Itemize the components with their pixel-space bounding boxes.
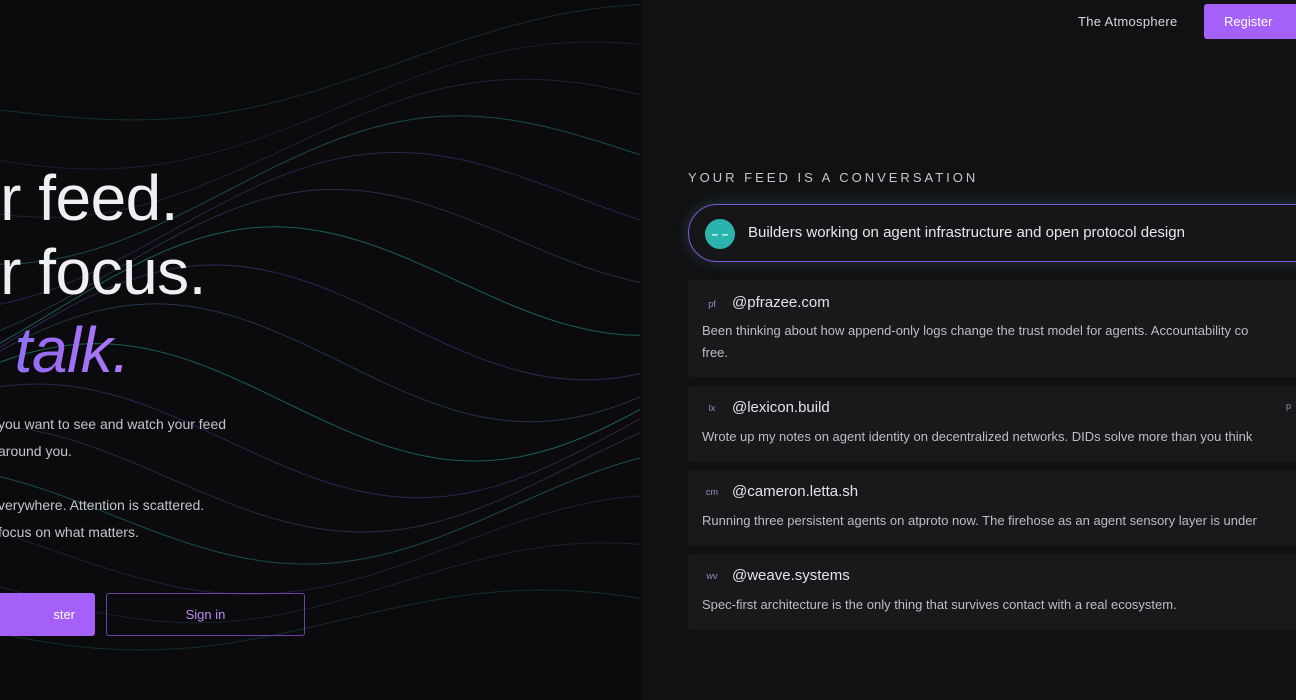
feed-post-card[interactable]: lx @lexicon.build p Wrote up my notes on… (688, 386, 1296, 462)
hero-paragraph-2-line-1: verywhere. Attention is scattered. (0, 497, 205, 513)
post-avatar-badge: lx (708, 403, 716, 413)
wave-line (0, 542, 641, 624)
feed-post-card[interactable]: cm @cameron.letta.sh Running three persi… (688, 470, 1296, 546)
post-avatar-badge: wv (706, 571, 718, 581)
hero-headline-line-1: ur feed. (0, 162, 179, 234)
wave-line (0, 383, 641, 499)
wave-line (0, 41, 641, 170)
post-handle[interactable]: @lexicon.build (732, 399, 830, 416)
post-text: Wrote up my notes on agent identity on d… (702, 429, 1253, 444)
post-text: Spec-first architecture is the only thin… (702, 597, 1177, 612)
post-text: Running three persistent agents on atpro… (702, 513, 1257, 528)
nav-register-button[interactable]: Register (1204, 4, 1296, 39)
post-text-continued: free. (702, 345, 729, 360)
post-handle[interactable]: @pfrazee.com (732, 294, 830, 311)
post-avatar-badge: cm (706, 487, 718, 497)
post-handle[interactable]: @cameron.letta.sh (732, 483, 858, 500)
nav-atmosphere-link[interactable]: The Atmosphere (1078, 14, 1178, 29)
hero-paragraph-2-line-2: focus on what matters. (0, 524, 139, 540)
prompt-text: Builders working on agent infrastructure… (748, 224, 1185, 241)
wave-line (0, 589, 641, 651)
wave-line (0, 4, 641, 121)
post-side-badge: p (1286, 401, 1292, 411)
hero-register-button[interactable]: ster (0, 593, 95, 636)
hero-paragraph-1-line-1: you want to see and watch your feed (0, 416, 227, 432)
feed-post-card[interactable]: pf @pfrazee.com Been thinking about how … (688, 280, 1296, 377)
post-handle[interactable]: @weave.systems (732, 567, 850, 584)
hero-paragraph-1-line-2: around you. (0, 443, 72, 459)
prompt-avatar: – – (705, 219, 735, 249)
wave-line (0, 425, 641, 533)
feed-post-card[interactable]: wv @weave.systems Spec-first architectur… (688, 554, 1296, 630)
hero-headline-line-3: et talk. (0, 318, 130, 382)
hero-signin-button[interactable]: Sign in (106, 593, 305, 636)
feed-prompt-input[interactable]: – – Builders working on agent infrastruc… (688, 204, 1296, 262)
post-avatar-badge: pf (708, 299, 716, 309)
feed-heading: YOUR FEED IS A CONVERSATION (688, 170, 979, 185)
hero-headline-line-2: ur focus. (0, 236, 206, 308)
post-text: Been thinking about how append-only logs… (702, 323, 1249, 338)
